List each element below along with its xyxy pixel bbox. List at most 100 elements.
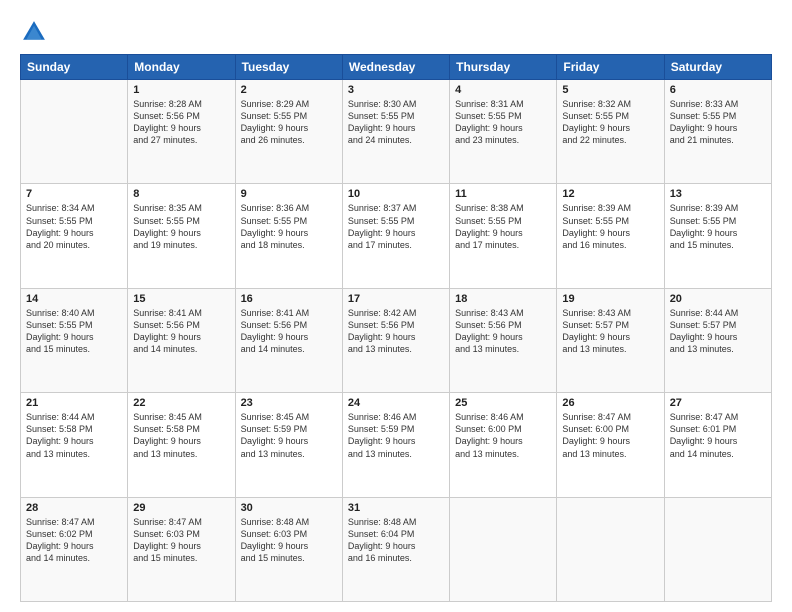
logo bbox=[20, 18, 52, 46]
day-info: Sunrise: 8:47 AM Sunset: 6:00 PM Dayligh… bbox=[562, 411, 658, 460]
week-row-4: 21 Sunrise: 8:44 AM Sunset: 5:58 PM Dayli… bbox=[21, 393, 772, 497]
day-info: Sunrise: 8:41 AM Sunset: 5:56 PM Dayligh… bbox=[133, 307, 229, 356]
day-number: 20 bbox=[670, 293, 766, 305]
header bbox=[20, 18, 772, 46]
page: SundayMondayTuesdayWednesdayThursdayFrid… bbox=[0, 0, 792, 612]
day-cell: 2 Sunrise: 8:29 AM Sunset: 5:55 PM Daylig… bbox=[235, 80, 342, 184]
day-info: Sunrise: 8:31 AM Sunset: 5:55 PM Dayligh… bbox=[455, 98, 551, 147]
day-info: Sunrise: 8:46 AM Sunset: 5:59 PM Dayligh… bbox=[348, 411, 444, 460]
calendar-header: SundayMondayTuesdayWednesdayThursdayFrid… bbox=[21, 55, 772, 80]
day-cell bbox=[557, 497, 664, 601]
header-cell-thursday: Thursday bbox=[450, 55, 557, 80]
day-cell bbox=[664, 497, 771, 601]
day-cell: 22Sunrise: 8:45 AM Sunset: 5:58 PM Dayli… bbox=[128, 393, 235, 497]
day-cell bbox=[450, 497, 557, 601]
day-cell: 26 Sunrise: 8:47 AM Sunset: 6:00 PM Dayli… bbox=[557, 393, 664, 497]
day-cell: 3 Sunrise: 8:30 AM Sunset: 5:55 PM Daylig… bbox=[342, 80, 449, 184]
day-number: 8 bbox=[133, 188, 229, 200]
header-cell-saturday: Saturday bbox=[664, 55, 771, 80]
day-number: 22 bbox=[133, 397, 229, 409]
day-info: Sunrise: 8:44 AM Sunset: 5:58 PM Dayligh… bbox=[26, 411, 122, 460]
day-info: Sunrise: 8:43 AM Sunset: 5:57 PM Dayligh… bbox=[562, 307, 658, 356]
day-info: Sunrise: 8:47 AM Sunset: 6:02 PM Dayligh… bbox=[26, 516, 122, 565]
day-info: Sunrise: 8:38 AM Sunset: 5:55 PM Dayligh… bbox=[455, 202, 551, 251]
day-cell: 8 Sunrise: 8:35 AM Sunset: 5:55 PM Daylig… bbox=[128, 184, 235, 288]
calendar-table: SundayMondayTuesdayWednesdayThursdayFrid… bbox=[20, 54, 772, 602]
day-info: Sunrise: 8:41 AM Sunset: 5:56 PM Dayligh… bbox=[241, 307, 337, 356]
day-cell: 23Sunrise: 8:45 AM Sunset: 5:59 PM Dayli… bbox=[235, 393, 342, 497]
day-info: Sunrise: 8:48 AM Sunset: 6:04 PM Dayligh… bbox=[348, 516, 444, 565]
day-info: Sunrise: 8:45 AM Sunset: 5:59 PM Dayligh… bbox=[241, 411, 337, 460]
day-cell: 30 Sunrise: 8:48 AM Sunset: 6:03 PM Dayli… bbox=[235, 497, 342, 601]
day-info: Sunrise: 8:47 AM Sunset: 6:01 PM Dayligh… bbox=[670, 411, 766, 460]
day-number: 17 bbox=[348, 293, 444, 305]
day-number: 26 bbox=[562, 397, 658, 409]
day-cell: 16 Sunrise: 8:41 AM Sunset: 5:56 PM Dayli… bbox=[235, 288, 342, 392]
day-number: 31 bbox=[348, 502, 444, 514]
day-number: 6 bbox=[670, 84, 766, 96]
day-number: 10 bbox=[348, 188, 444, 200]
day-number: 16 bbox=[241, 293, 337, 305]
day-info: Sunrise: 8:35 AM Sunset: 5:55 PM Dayligh… bbox=[133, 202, 229, 251]
day-number: 2 bbox=[241, 84, 337, 96]
day-cell: 12Sunrise: 8:39 AM Sunset: 5:55 PM Dayli… bbox=[557, 184, 664, 288]
day-number: 28 bbox=[26, 502, 122, 514]
day-number: 18 bbox=[455, 293, 551, 305]
week-row-3: 14 Sunrise: 8:40 AM Sunset: 5:55 PM Dayli… bbox=[21, 288, 772, 392]
day-number: 27 bbox=[670, 397, 766, 409]
day-cell: 5Sunrise: 8:32 AM Sunset: 5:55 PM Daylig… bbox=[557, 80, 664, 184]
day-number: 19 bbox=[562, 293, 658, 305]
header-cell-friday: Friday bbox=[557, 55, 664, 80]
day-number: 30 bbox=[241, 502, 337, 514]
day-cell: 29Sunrise: 8:47 AM Sunset: 6:03 PM Dayli… bbox=[128, 497, 235, 601]
day-info: Sunrise: 8:30 AM Sunset: 5:55 PM Dayligh… bbox=[348, 98, 444, 147]
day-cell: 19 Sunrise: 8:43 AM Sunset: 5:57 PM Dayli… bbox=[557, 288, 664, 392]
day-info: Sunrise: 8:42 AM Sunset: 5:56 PM Dayligh… bbox=[348, 307, 444, 356]
day-cell bbox=[21, 80, 128, 184]
day-cell: 6 Sunrise: 8:33 AM Sunset: 5:55 PM Daylig… bbox=[664, 80, 771, 184]
day-cell: 10Sunrise: 8:37 AM Sunset: 5:55 PM Dayli… bbox=[342, 184, 449, 288]
week-row-2: 7Sunrise: 8:34 AM Sunset: 5:55 PM Daylig… bbox=[21, 184, 772, 288]
day-number: 15 bbox=[133, 293, 229, 305]
day-number: 5 bbox=[562, 84, 658, 96]
day-number: 1 bbox=[133, 84, 229, 96]
day-cell: 14 Sunrise: 8:40 AM Sunset: 5:55 PM Dayli… bbox=[21, 288, 128, 392]
day-info: Sunrise: 8:46 AM Sunset: 6:00 PM Dayligh… bbox=[455, 411, 551, 460]
day-info: Sunrise: 8:39 AM Sunset: 5:55 PM Dayligh… bbox=[562, 202, 658, 251]
day-cell: 25 Sunrise: 8:46 AM Sunset: 6:00 PM Dayli… bbox=[450, 393, 557, 497]
week-row-5: 28 Sunrise: 8:47 AM Sunset: 6:02 PM Dayli… bbox=[21, 497, 772, 601]
header-cell-monday: Monday bbox=[128, 55, 235, 80]
day-info: Sunrise: 8:40 AM Sunset: 5:55 PM Dayligh… bbox=[26, 307, 122, 356]
day-number: 25 bbox=[455, 397, 551, 409]
week-row-1: 1Sunrise: 8:28 AM Sunset: 5:56 PM Daylig… bbox=[21, 80, 772, 184]
calendar-body: 1Sunrise: 8:28 AM Sunset: 5:56 PM Daylig… bbox=[21, 80, 772, 602]
header-cell-wednesday: Wednesday bbox=[342, 55, 449, 80]
day-cell: 17 Sunrise: 8:42 AM Sunset: 5:56 PM Dayli… bbox=[342, 288, 449, 392]
day-cell: 21 Sunrise: 8:44 AM Sunset: 5:58 PM Dayli… bbox=[21, 393, 128, 497]
day-number: 4 bbox=[455, 84, 551, 96]
day-number: 3 bbox=[348, 84, 444, 96]
header-cell-sunday: Sunday bbox=[21, 55, 128, 80]
day-info: Sunrise: 8:44 AM Sunset: 5:57 PM Dayligh… bbox=[670, 307, 766, 356]
day-cell: 11 Sunrise: 8:38 AM Sunset: 5:55 PM Dayli… bbox=[450, 184, 557, 288]
day-cell: 27 Sunrise: 8:47 AM Sunset: 6:01 PM Dayli… bbox=[664, 393, 771, 497]
day-cell: 7Sunrise: 8:34 AM Sunset: 5:55 PM Daylig… bbox=[21, 184, 128, 288]
day-number: 29 bbox=[133, 502, 229, 514]
day-number: 21 bbox=[26, 397, 122, 409]
day-cell: 20 Sunrise: 8:44 AM Sunset: 5:57 PM Dayli… bbox=[664, 288, 771, 392]
day-number: 24 bbox=[348, 397, 444, 409]
day-number: 9 bbox=[241, 188, 337, 200]
day-info: Sunrise: 8:48 AM Sunset: 6:03 PM Dayligh… bbox=[241, 516, 337, 565]
day-number: 11 bbox=[455, 188, 551, 200]
day-info: Sunrise: 8:39 AM Sunset: 5:55 PM Dayligh… bbox=[670, 202, 766, 251]
day-number: 14 bbox=[26, 293, 122, 305]
day-info: Sunrise: 8:43 AM Sunset: 5:56 PM Dayligh… bbox=[455, 307, 551, 356]
day-info: Sunrise: 8:36 AM Sunset: 5:55 PM Dayligh… bbox=[241, 202, 337, 251]
day-cell: 24 Sunrise: 8:46 AM Sunset: 5:59 PM Dayli… bbox=[342, 393, 449, 497]
day-info: Sunrise: 8:29 AM Sunset: 5:55 PM Dayligh… bbox=[241, 98, 337, 147]
day-info: Sunrise: 8:33 AM Sunset: 5:55 PM Dayligh… bbox=[670, 98, 766, 147]
day-cell: 28 Sunrise: 8:47 AM Sunset: 6:02 PM Dayli… bbox=[21, 497, 128, 601]
day-cell: 13Sunrise: 8:39 AM Sunset: 5:55 PM Dayli… bbox=[664, 184, 771, 288]
header-cell-tuesday: Tuesday bbox=[235, 55, 342, 80]
day-cell: 15 Sunrise: 8:41 AM Sunset: 5:56 PM Dayli… bbox=[128, 288, 235, 392]
